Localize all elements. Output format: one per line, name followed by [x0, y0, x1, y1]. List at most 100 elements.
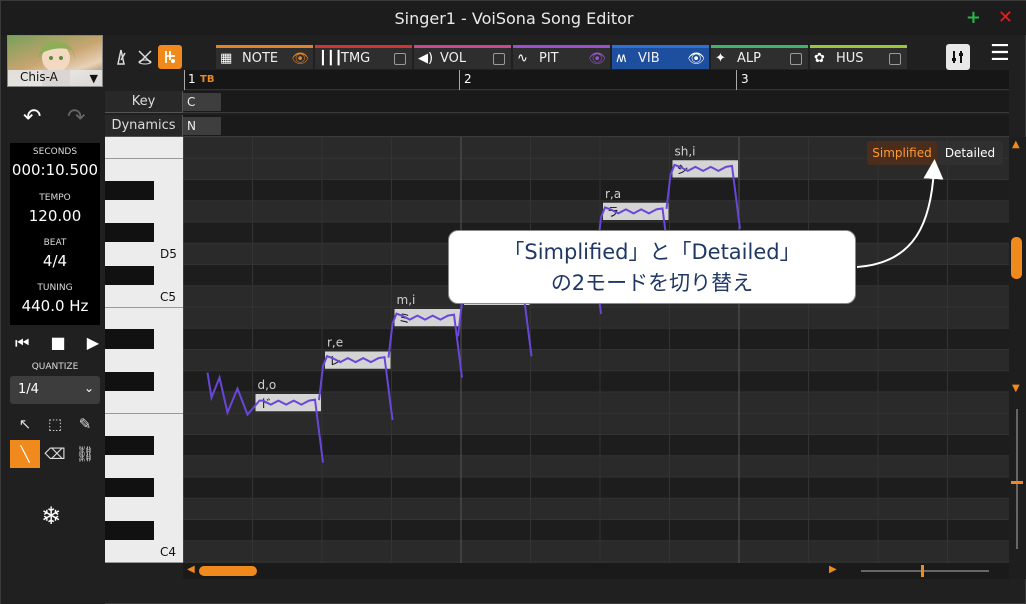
vertical-scroll-thumb[interactable] — [1011, 237, 1022, 279]
piano-black-key[interactable] — [105, 265, 154, 285]
scroll-up-icon[interactable]: ▲ — [1012, 139, 1020, 150]
grid-row — [183, 540, 1009, 562]
piano-black-key[interactable] — [105, 180, 154, 200]
track-tab-tmg[interactable]: ┃┃┃ TMG — [315, 45, 412, 69]
measure-2-label: 2 — [464, 72, 472, 86]
grid-row — [183, 413, 1009, 435]
piano-black-key[interactable] — [105, 371, 154, 391]
grid-row — [183, 370, 1009, 392]
link-icon[interactable]: ⛓ — [72, 441, 98, 467]
horizontal-scrollbar[interactable]: ◀ ▶ — [183, 563, 1009, 579]
visibility-checkbox[interactable] — [493, 53, 505, 65]
grid-row — [183, 434, 1009, 456]
quantize-label: QUANTIZE — [31, 362, 79, 372]
visibility-checkbox[interactable] — [889, 53, 901, 65]
scroll-left-icon[interactable]: ◀ — [187, 564, 195, 575]
redo-button[interactable]: ↷ — [67, 105, 85, 130]
dynamics-value[interactable]: N — [183, 117, 221, 135]
note-phoneme: sh,i — [675, 144, 696, 158]
key-label: Key — [105, 91, 183, 113]
piano-black-key[interactable] — [105, 520, 154, 540]
visibility-eye-icon[interactable]: 👁 — [687, 51, 705, 67]
scroll-down-icon[interactable]: ▼ — [1012, 383, 1020, 394]
menu-icon[interactable]: ☰ — [990, 41, 1010, 66]
horizontal-scroll-thumb[interactable] — [199, 566, 257, 576]
track-tab-alp[interactable]: ✦ ALP — [711, 45, 808, 69]
seconds-value[interactable]: 000:10.500 — [10, 161, 100, 179]
track-tab-pit[interactable]: ∿ PIT 👁 — [513, 45, 610, 69]
scroll-right-icon[interactable]: ▶ — [829, 564, 837, 575]
tuning-label: TUNING — [37, 283, 73, 293]
rewind-icon[interactable]: ⏮ — [15, 333, 29, 353]
editor-window: Singer1 - VoiSona Song Editor + ✕ Chis-A… — [0, 0, 1026, 604]
piano-key-border — [105, 413, 183, 415]
piano-keyboard[interactable] — [105, 137, 183, 563]
track-label: PIT — [539, 51, 559, 66]
eraser-icon[interactable]: ⌫ — [42, 441, 68, 467]
vertical-zoom-track[interactable] — [1016, 409, 1018, 549]
tuning-value[interactable]: 440.0 Hz — [10, 297, 100, 315]
visibility-checkbox[interactable] — [394, 53, 406, 65]
music-sync-icon[interactable] — [158, 45, 182, 69]
play-icon[interactable]: ▶ — [87, 333, 99, 353]
voice-selector[interactable]: Chis-A ▼ — [7, 35, 103, 87]
grid-row — [183, 455, 1009, 477]
grid-row — [183, 477, 1009, 499]
piano-black-key[interactable] — [105, 329, 154, 349]
snowflake-icon[interactable]: ❄ — [41, 502, 61, 530]
piano-black-key[interactable] — [105, 223, 154, 243]
piano-black-key[interactable] — [105, 435, 154, 455]
mixer-icon[interactable] — [946, 44, 970, 70]
piano-roll-canvas[interactable]: d,oドr,eレm,iミf,aファs,oソr,aラsh,iシ — [183, 137, 1009, 563]
visibility-checkbox[interactable] — [790, 53, 802, 65]
track-tab-vol[interactable]: ◀) VOL — [414, 45, 511, 69]
beat-label: BEAT — [43, 238, 67, 248]
key-value[interactable]: C — [183, 93, 221, 111]
tempo-value[interactable]: 120.00 — [10, 207, 100, 225]
tmg-track-icon: ┃┃┃ — [319, 51, 343, 66]
simplified-mode-button[interactable]: Simplified — [867, 141, 937, 165]
track-tab-vib[interactable]: ʍ VIB 👁 — [612, 45, 709, 69]
track-label: ALP — [737, 51, 761, 66]
close-button[interactable]: ✕ — [998, 7, 1013, 28]
visibility-eye-icon[interactable]: 👁 — [588, 51, 606, 67]
undo-button[interactable]: ↶ — [23, 105, 41, 130]
tempo-label: TEMPO — [39, 193, 71, 203]
measure-3-line — [736, 70, 737, 90]
track-tab-note[interactable]: ▦ NOTE 👁 — [216, 45, 313, 69]
vertical-scrollbar[interactable]: ▲ ▼ — [1009, 137, 1026, 579]
select-tool-icon[interactable]: ↖ — [12, 411, 38, 437]
tempo-beat-marker[interactable]: TB — [200, 74, 214, 85]
vertical-zoom-handle[interactable] — [1011, 481, 1023, 484]
track-tab-hus[interactable]: ✿ HUS — [810, 45, 907, 69]
measure-3-label: 3 — [741, 72, 749, 86]
metronome-icon[interactable] — [109, 45, 133, 69]
title-bar[interactable]: Singer1 - VoiSona Song Editor — [1, 1, 1026, 35]
track-label: NOTE — [242, 51, 279, 66]
add-window-button[interactable]: + — [966, 7, 981, 28]
note-track-icon: ▦ — [220, 51, 233, 66]
zoom-slider-handle[interactable] — [921, 565, 924, 577]
detailed-mode-button[interactable]: Detailed — [937, 141, 1003, 165]
line-tool-icon[interactable]: ╲ — [10, 440, 40, 468]
note-phoneme: d,o — [258, 378, 277, 392]
pencil-icon[interactable]: ✎ — [72, 411, 98, 437]
piano-black-key[interactable] — [105, 478, 154, 498]
track-label: HUS — [836, 51, 864, 66]
quantize-value: 1/4 — [18, 382, 39, 397]
stop-icon[interactable]: ■ — [50, 333, 65, 353]
grid-row — [183, 349, 1009, 371]
measure-2-line — [459, 70, 460, 90]
auto-follow-icon[interactable] — [133, 45, 157, 69]
quantize-select[interactable]: 1/4 ⌄ — [10, 376, 100, 404]
note-phoneme: m,i — [397, 293, 416, 307]
visibility-eye-icon[interactable]: 👁 — [291, 51, 309, 67]
zoom-slider-track[interactable] — [861, 570, 989, 572]
mode-switch[interactable]: Simplified Detailed — [867, 141, 1003, 165]
chevron-down-icon: ▼ — [89, 72, 98, 85]
beat-value[interactable]: 4/4 — [10, 252, 100, 270]
piano-roll-grid[interactable]: d,oドr,eレm,iミf,aファs,oソr,aラsh,iシ — [183, 137, 1009, 563]
range-select-icon[interactable]: ⬚ — [42, 411, 68, 437]
timeline-ruler[interactable]: 1 TB 2 3 — [184, 70, 1009, 90]
track-label: TMG — [341, 51, 371, 66]
